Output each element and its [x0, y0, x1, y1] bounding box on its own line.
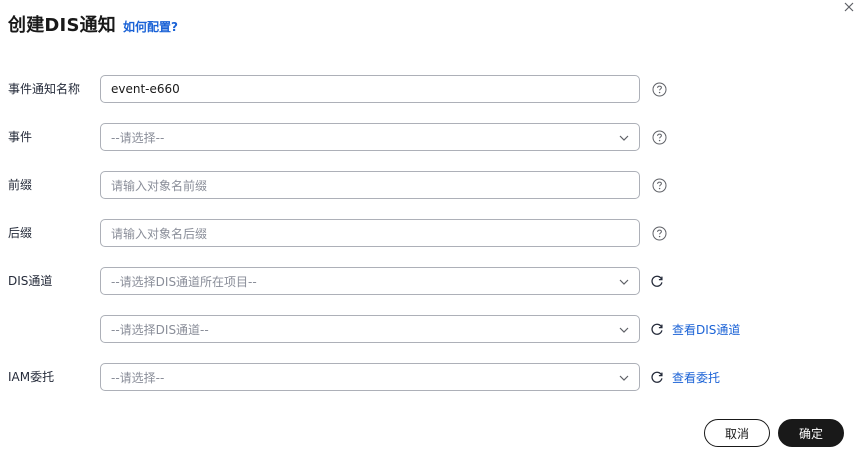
event-name-row: 事件通知名称 event-e660: [0, 75, 861, 103]
event-row: 事件 --请选择--: [0, 123, 861, 151]
suffix-placeholder: 请输入对象名后缀: [111, 226, 208, 241]
dis-project-row: DIS通道 --请选择DIS通道所在项目--: [0, 267, 861, 295]
prefix-placeholder: 请输入对象名前缀: [111, 178, 208, 193]
event-label: 事件: [8, 130, 33, 144]
event-select[interactable]: --请选择--: [100, 123, 640, 151]
help-icon[interactable]: [652, 178, 667, 193]
help-icon[interactable]: [652, 226, 667, 241]
chevron-down-icon: [619, 327, 629, 333]
prefix-label: 前缀: [8, 178, 33, 192]
dis-channel-select[interactable]: --请选择DIS通道--: [100, 315, 640, 343]
prefix-row: 前缀 请输入对象名前缀: [0, 171, 861, 199]
view-dis-channel-link[interactable]: 查看DIS通道: [672, 321, 740, 338]
event-placeholder: --请选择--: [111, 130, 165, 145]
chevron-down-icon: [619, 279, 629, 285]
cancel-button[interactable]: 取消: [704, 419, 770, 447]
event-name-input[interactable]: event-e660: [100, 75, 640, 103]
confirm-button[interactable]: 确定: [778, 419, 844, 447]
chevron-down-icon: [619, 135, 629, 141]
iam-agency-label: IAM委托: [8, 370, 55, 384]
iam-agency-row: IAM委托 --请选择-- 查看委托: [0, 363, 861, 391]
dis-channel-placeholder: --请选择DIS通道--: [111, 322, 209, 337]
iam-agency-select[interactable]: --请选择--: [100, 363, 640, 391]
help-icon[interactable]: [652, 82, 667, 97]
suffix-row: 后缀 请输入对象名后缀: [0, 219, 861, 247]
dis-channel-row: --请选择DIS通道-- 查看DIS通道: [0, 315, 861, 343]
view-agency-link[interactable]: 查看委托: [672, 369, 720, 386]
prefix-input[interactable]: 请输入对象名前缀: [100, 171, 640, 199]
event-name-value: event-e660: [111, 82, 180, 96]
dialog-title: 创建DIS通知: [8, 15, 117, 36]
iam-agency-placeholder: --请选择--: [111, 370, 165, 385]
help-icon[interactable]: [652, 130, 667, 145]
dis-project-select[interactable]: --请选择DIS通道所在项目--: [100, 267, 640, 295]
how-to-configure-link[interactable]: 如何配置?: [123, 18, 178, 35]
suffix-input[interactable]: 请输入对象名后缀: [100, 219, 640, 247]
dis-project-placeholder: --请选择DIS通道所在项目--: [111, 274, 257, 289]
close-icon[interactable]: [841, 0, 857, 16]
dis-channel-label: DIS通道: [8, 274, 53, 288]
refresh-icon[interactable]: [649, 273, 665, 289]
refresh-icon[interactable]: [649, 369, 665, 385]
suffix-label: 后缀: [8, 226, 33, 240]
event-name-label: 事件通知名称: [8, 82, 81, 96]
dialog-header: 创建DIS通知 如何配置?: [8, 11, 178, 37]
refresh-icon[interactable]: [649, 321, 665, 337]
chevron-down-icon: [619, 375, 629, 381]
